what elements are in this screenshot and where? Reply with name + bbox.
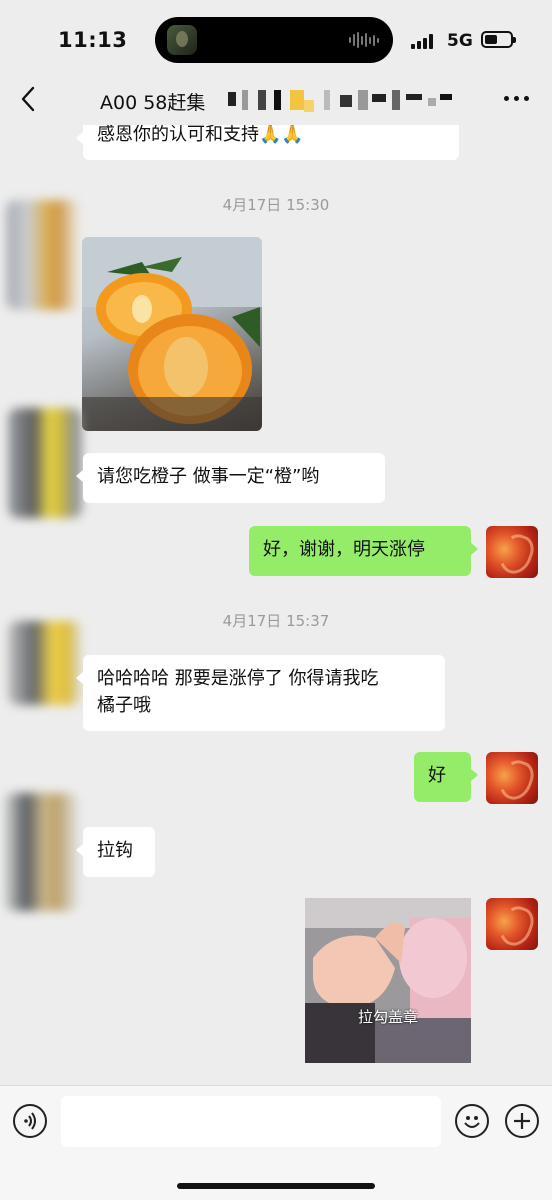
message-bubble-incoming[interactable]: 哈哈哈哈 那要是涨停了 你得请我吃 橘子哦 xyxy=(76,655,445,731)
message-text-line: 橘子哦 xyxy=(97,695,151,716)
message-text: 好 xyxy=(428,765,446,786)
message-bubble-incoming[interactable]: 拉钩 xyxy=(76,827,155,877)
emoji-button[interactable] xyxy=(455,1104,489,1138)
sender-avatar[interactable] xyxy=(8,408,82,518)
sender-avatar[interactable] xyxy=(4,793,78,911)
message-list[interactable]: 感恩你的认可和支持🙏🙏 4月17日 15:30 请您吃橙子 做事一定“橙”哟 好… xyxy=(0,125,552,1085)
more-icon xyxy=(504,96,529,101)
message-text: 感恩你的认可和支持🙏🙏 xyxy=(97,125,304,145)
chat-title: A00 58赶集 xyxy=(100,92,206,114)
message-bubble-incoming[interactable]: 请您吃橙子 做事一定“橙”哟 xyxy=(76,453,385,503)
message-text: 拉钩 xyxy=(97,840,133,861)
my-avatar[interactable] xyxy=(486,898,538,950)
more-button[interactable] xyxy=(504,96,529,101)
image-message-oranges[interactable] xyxy=(82,237,262,431)
message-text: 请您吃橙子 做事一定“橙”哟 xyxy=(97,466,320,487)
battery-icon xyxy=(481,31,516,48)
status-bar: 11:13 5G xyxy=(0,0,552,80)
oranges-photo xyxy=(82,237,262,431)
message-text-line: 哈哈哈哈 那要是涨停了 你得请我吃 xyxy=(97,668,379,689)
my-avatar[interactable] xyxy=(486,752,538,804)
more-functions-button[interactable] xyxy=(505,1104,539,1138)
emoji-icon xyxy=(464,1116,480,1128)
sticker-caption: 拉勾盖章 xyxy=(357,1008,418,1026)
redacted-title-mosaic xyxy=(222,90,454,112)
network-type: 5G xyxy=(447,31,473,51)
voice-icon xyxy=(24,1112,36,1130)
timestamp: 4月17日 15:30 xyxy=(222,196,330,214)
cellular-signal-icon xyxy=(411,34,433,49)
plus-icon xyxy=(514,1113,530,1129)
home-indicator[interactable] xyxy=(177,1183,375,1189)
input-toolbar xyxy=(0,1085,552,1200)
now-playing-artwork xyxy=(167,25,197,55)
my-avatar[interactable] xyxy=(486,526,538,578)
dynamic-island[interactable] xyxy=(155,17,393,63)
message-bubble-outgoing[interactable]: 好 xyxy=(414,752,478,802)
pinky-promise-photo xyxy=(305,898,471,1063)
chat-header: A00 58赶集 xyxy=(0,80,552,125)
message-bubble-incoming[interactable]: 感恩你的认可和支持🙏🙏 xyxy=(76,125,459,160)
message-bubble-outgoing[interactable]: 好，谢谢，明天涨停 xyxy=(249,526,478,576)
timestamp: 4月17日 15:37 xyxy=(222,612,330,630)
sender-avatar[interactable] xyxy=(8,621,82,705)
message-input[interactable] xyxy=(61,1096,441,1147)
sticker-pinky-promise[interactable]: 拉勾盖章 xyxy=(305,898,471,1063)
back-button[interactable] xyxy=(14,82,44,116)
message-text: 好，谢谢，明天涨停 xyxy=(263,539,425,560)
sender-avatar[interactable] xyxy=(6,200,80,310)
audio-wave-icon xyxy=(349,31,379,49)
status-time: 11:13 xyxy=(58,28,128,52)
voice-button[interactable] xyxy=(13,1104,47,1138)
back-icon xyxy=(21,86,35,112)
